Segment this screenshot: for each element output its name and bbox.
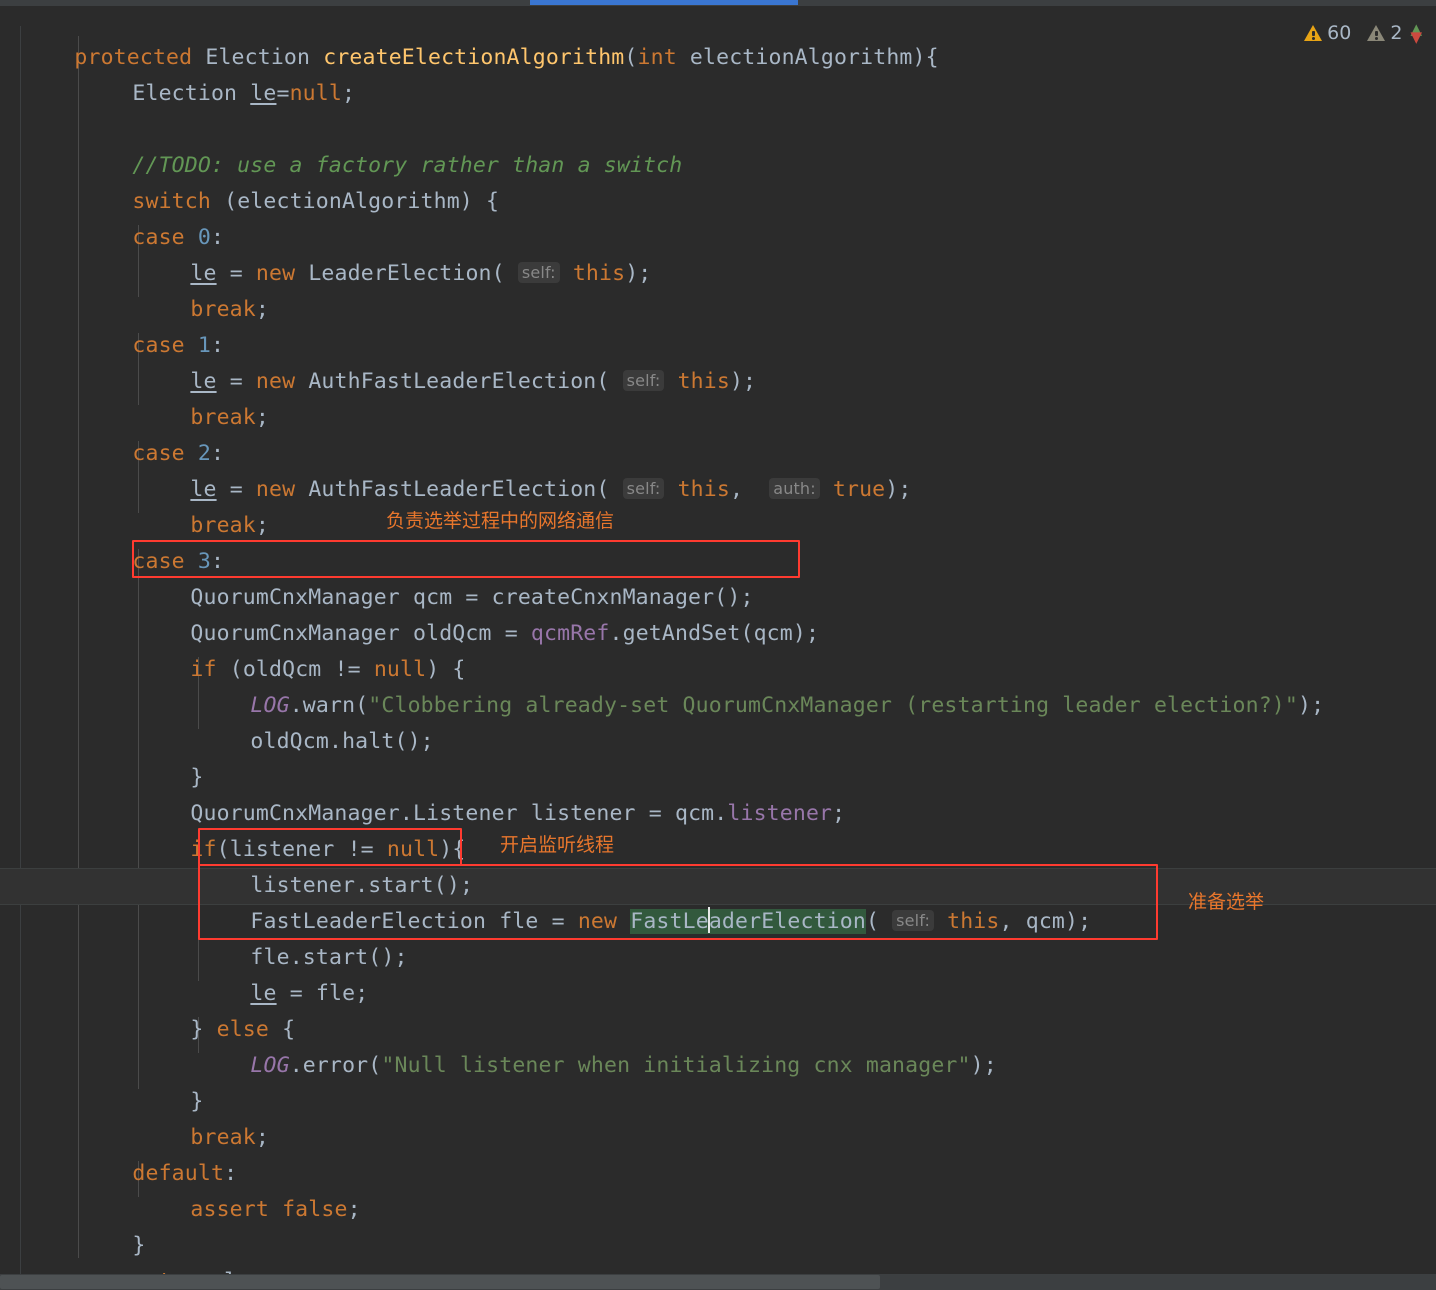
code-line[interactable]: case 0: — [0, 184, 1436, 250]
code-line[interactable]: } else { — [0, 976, 1436, 1042]
weak-warning-triangle-icon — [1367, 25, 1386, 41]
warning-count: 60 — [1327, 22, 1352, 44]
warning-group[interactable]: 60 — [1304, 22, 1351, 44]
code-line[interactable]: if (oldQcm != null) { — [0, 616, 1436, 682]
code-line[interactable]: protected Election createElectionAlgorit… — [0, 6, 1436, 70]
code-line[interactable]: return le; — [0, 1228, 1436, 1278]
code-line[interactable]: } — [0, 1048, 1436, 1114]
weak-warning-group[interactable]: 2 — [1367, 22, 1402, 44]
code-line[interactable]: QuorumCnxManager oldQcm = qcmRef.getAndS… — [0, 580, 1436, 646]
chevron-down-icon[interactable]: ▼ — [1410, 30, 1422, 45]
code-line[interactable]: oldQcm.halt(); — [0, 688, 1436, 754]
code-line[interactable]: case 1: — [0, 292, 1436, 358]
code-line[interactable]: case 3: — [0, 508, 1436, 574]
inspection-widget[interactable]: 60 2 ▲ ▼ — [1304, 20, 1422, 46]
code-line[interactable]: le = new LeaderElection( self: this); — [0, 220, 1436, 286]
code-line[interactable]: le = new AuthFastLeaderElection( self: t… — [0, 328, 1436, 394]
code-line[interactable]: break; — [0, 364, 1436, 430]
horizontal-scrollbar[interactable] — [0, 1274, 1436, 1290]
code-line[interactable]: } — [0, 724, 1436, 790]
code-line[interactable]: switch (electionAlgorithm) { — [0, 148, 1436, 214]
code-line[interactable]: le = new AuthFastLeaderElection( self: t… — [0, 436, 1436, 502]
code-line[interactable]: LOG.error("Null listener when initializi… — [0, 1012, 1436, 1078]
warning-triangle-icon — [1304, 25, 1323, 41]
code-line[interactable]: //TODO: use a factory rather than a swit… — [0, 112, 1436, 178]
code-line[interactable]: QuorumCnxManager qcm = createCnxnManager… — [0, 544, 1436, 610]
code-line[interactable]: case 2: — [0, 400, 1436, 466]
breadcrumb-marker[interactable] — [530, 0, 798, 5]
code-line[interactable]: Election le=null; — [0, 40, 1436, 106]
code-line[interactable]: } — [0, 1192, 1436, 1258]
code-line[interactable]: listener.start(); — [0, 832, 1436, 898]
code-line[interactable]: break; — [0, 256, 1436, 322]
code-editor-surface[interactable]: protected Election createElectionAlgorit… — [0, 6, 1436, 1278]
code-line[interactable]: break; — [0, 1084, 1436, 1150]
code-line[interactable]: LOG.warn("Clobbering already-set QuorumC… — [0, 652, 1436, 718]
note-prepare-election: 准备选举 — [1188, 891, 1265, 913]
code-line[interactable]: assert false; — [0, 1156, 1436, 1222]
note-network-comm: 负责选举过程中的网络通信 — [386, 510, 615, 532]
note-listener-thread: 开启监听线程 — [500, 834, 615, 856]
code-line[interactable]: le = fle; — [0, 940, 1436, 1006]
weak-warning-count: 2 — [1390, 22, 1403, 44]
horizontal-scrollbar-thumb[interactable] — [0, 1275, 880, 1289]
code-line[interactable]: break; — [0, 472, 1436, 538]
code-line[interactable]: default: — [0, 1120, 1436, 1186]
code-line[interactable]: QuorumCnxManager.Listener listener = qcm… — [0, 760, 1436, 826]
code-line[interactable]: if(listener != null){ — [0, 796, 1436, 862]
inspection-nav-chevrons[interactable]: ▲ ▼ — [1410, 22, 1422, 45]
code-line[interactable] — [0, 76, 1436, 112]
